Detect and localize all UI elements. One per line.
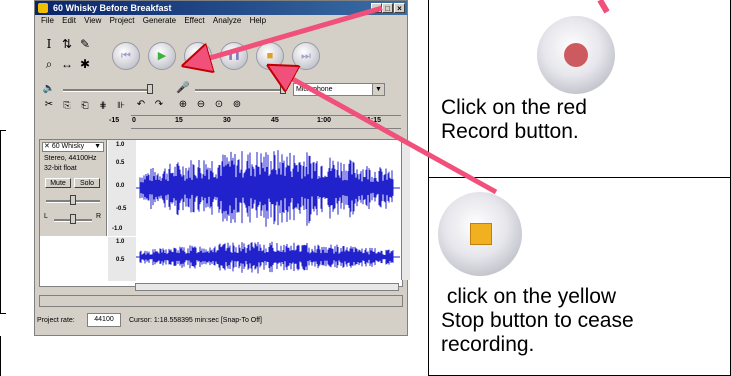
arrow-from-record-closeup: [597, 0, 610, 14]
arrow-to-record: [196, 5, 383, 62]
annotation-overlay: [0, 0, 610, 195]
arrow-to-stop: [280, 72, 498, 195]
